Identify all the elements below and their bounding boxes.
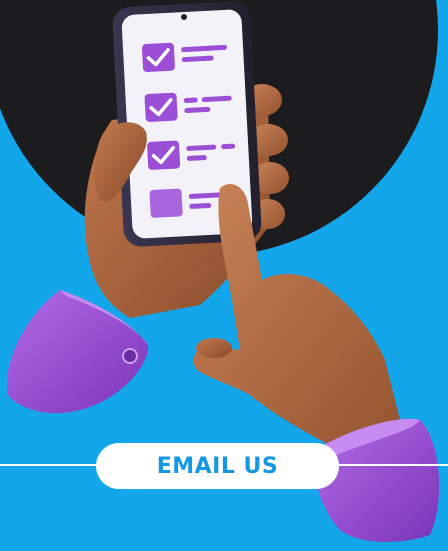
checkbox-checked-icon (144, 92, 178, 122)
checkbox-checked-icon (141, 42, 175, 73)
email-us-button[interactable]: EMAIL US (96, 443, 339, 489)
promo-banner: EMAIL US (0, 0, 448, 551)
checkbox-checked-icon (147, 140, 181, 170)
cuff-button-icon (122, 348, 138, 364)
camera-icon (181, 14, 187, 20)
checkbox-empty-icon (149, 188, 183, 218)
